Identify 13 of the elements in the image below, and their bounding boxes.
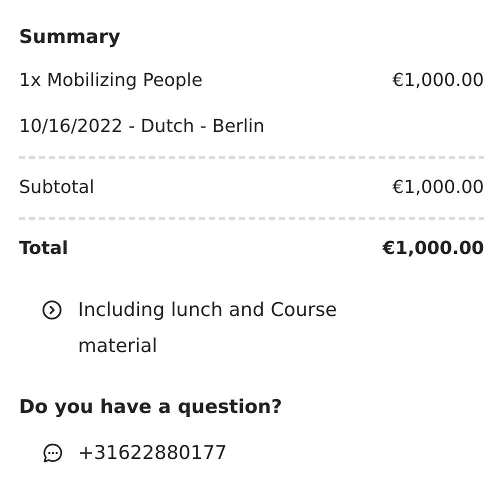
feature-text: Including lunch and Course material: [78, 298, 338, 359]
chevron-circle-icon: [42, 300, 62, 320]
line-amount: €1,000.00: [392, 69, 484, 93]
line-label: 1x Mobilizing People: [19, 69, 203, 93]
line-amount: €1,000.00: [392, 176, 484, 200]
line-amount: €1,000.00: [382, 237, 484, 261]
summary-title: Summary: [19, 25, 122, 50]
line-label: Subtotal: [19, 176, 94, 200]
chat-bubble-icon: [42, 442, 64, 464]
line-label: 10/16/2022 - Dutch - Berlin: [19, 115, 264, 139]
line-label: Total: [19, 237, 68, 261]
question-title: Do you have a question?: [19, 395, 284, 420]
phone-number[interactable]: +31622880177: [78, 442, 227, 464]
